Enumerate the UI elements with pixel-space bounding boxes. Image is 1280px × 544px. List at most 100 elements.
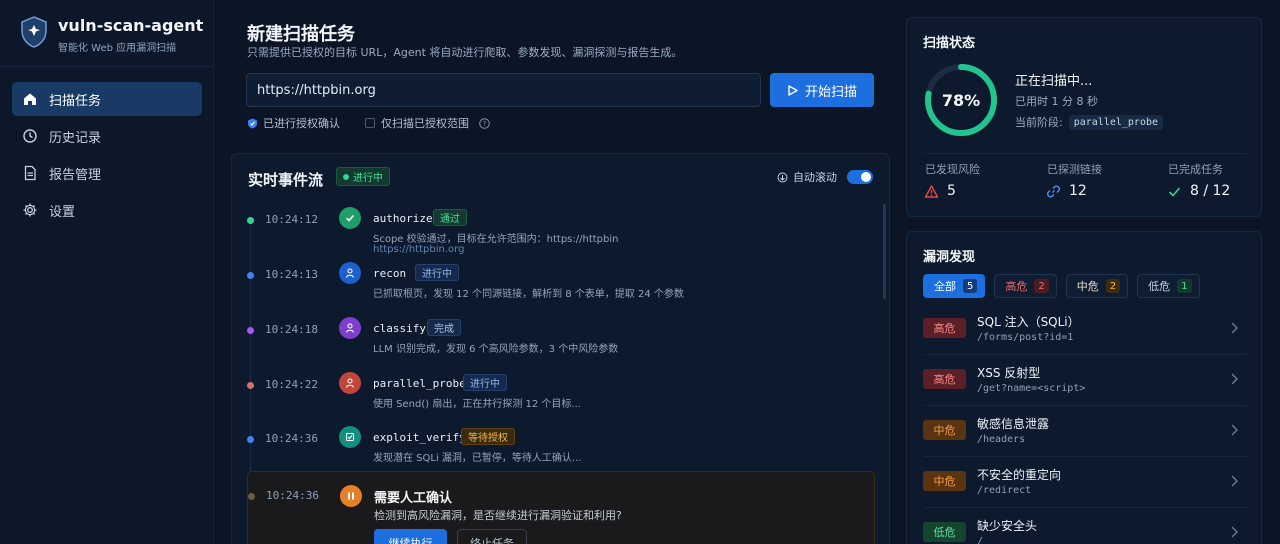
sidebar-item-history[interactable]: 历史记录	[12, 119, 202, 153]
filter-all[interactable]: 全部 5	[923, 274, 986, 298]
sidebar-item-label: 历史记录	[49, 130, 102, 146]
stop-task-button[interactable]: 终止任务	[457, 529, 527, 544]
chevron-right-icon	[1231, 322, 1238, 334]
stat-value: 12	[1069, 183, 1087, 199]
status-badge: 进行中	[336, 167, 390, 186]
event-item: 10:24:22 parallel_probe 进行中 使用 Send() 扇出…	[232, 372, 872, 424]
help-icon[interactable]: ?	[479, 117, 490, 129]
vulnerability-item[interactable]: 高危 SQL 注入（SQLi） /forms/post?id=1	[923, 305, 1247, 355]
filter-medium[interactable]: 中危 2	[1065, 274, 1129, 298]
stat-label: 已发现风险	[925, 163, 980, 176]
sidebar-item-scan-tasks[interactable]: 扫描任务	[12, 82, 202, 116]
filter-low[interactable]: 低危 1	[1137, 274, 1200, 298]
vulnerability-path: /forms/post?id=1	[977, 332, 1074, 343]
vulnerability-item[interactable]: 高危 XSS 反射型 /get?name=<script>	[923, 356, 1247, 406]
scan-elapsed: 已用时 1 分 8 秒	[1015, 95, 1098, 108]
event-item: 10:24:18 classify 完成 LLM 识别完成，发现 6 个高风险参…	[232, 317, 872, 369]
check-circle-icon	[339, 207, 361, 229]
timeline-dot	[247, 436, 254, 443]
shield-logo-icon	[21, 16, 47, 48]
event-name: parallel_probe	[373, 377, 466, 390]
vulnerability-item[interactable]: 低危 缺少安全头 /	[923, 509, 1247, 544]
event-time: 10:24:36	[265, 432, 318, 445]
user-icon	[339, 262, 361, 284]
autoscroll-toggle[interactable]	[847, 170, 873, 184]
filter-count: 2	[1105, 279, 1121, 293]
scan-options: 已进行授权确认 仅扫描已授权范围 ?	[247, 115, 490, 131]
divider	[923, 153, 1247, 154]
scan-phase-label: 当前阶段:	[1015, 116, 1063, 129]
filter-count: 1	[1177, 279, 1192, 293]
event-stream-panel: 实时事件流 进行中 自动滚动 10:24:12 authorize 通过 Sco…	[231, 153, 890, 544]
vulnerability-path: /get?name=<script>	[977, 383, 1086, 394]
scrollbar[interactable]	[883, 204, 886, 299]
vulnerability-path: /redirect	[977, 485, 1032, 496]
continue-button[interactable]: 继续执行	[374, 529, 447, 544]
vulnerability-path: /	[977, 536, 984, 544]
timeline-dot	[247, 272, 254, 279]
filter-label: 低危	[1148, 280, 1171, 293]
stat-value: 8 / 12	[1190, 183, 1231, 199]
scan-phase-value: parallel_probe	[1068, 114, 1164, 130]
event-description: 已抓取根页，发现 12 个同源链接，解析到 8 个表单，提取 24 个参数	[373, 289, 684, 300]
filter-count: 2	[1034, 279, 1049, 293]
user-icon	[339, 372, 361, 394]
chevron-right-icon	[1231, 424, 1238, 436]
vulnerability-item[interactable]: 中危 不安全的重定向 /redirect	[923, 458, 1247, 508]
authorized-option-label: 已进行授权确认	[263, 117, 340, 130]
filter-label: 高危	[1005, 280, 1028, 293]
page-title: 新建扫描任务	[247, 24, 355, 45]
gear-icon	[23, 203, 37, 217]
severity-badge: 高危	[923, 318, 966, 338]
start-scan-label: 开始扫描	[804, 84, 857, 100]
status-dot	[343, 173, 349, 180]
stat-links: 已探测链接 12	[1047, 161, 1102, 199]
start-scan-button[interactable]: 开始扫描	[770, 73, 874, 107]
filter-count: 5	[963, 279, 978, 293]
event-badge: 进行中	[415, 264, 459, 281]
authorized-option[interactable]: 已进行授权确认	[247, 115, 340, 131]
sidebar-item-settings[interactable]: 设置	[12, 193, 202, 227]
verify-icon	[339, 426, 361, 448]
vulnerability-path: /headers	[977, 434, 1026, 445]
scope-only-option[interactable]: 仅扫描已授权范围	[365, 115, 469, 131]
scan-state: 正在扫描中...	[1015, 74, 1093, 89]
event-description: 使用 Send() 扇出，正在并行探测 12 个目标...	[373, 399, 581, 410]
event-badge: 等待授权	[461, 428, 515, 445]
event-name: authorize	[373, 212, 433, 225]
event-description: 发现潜在 SQLi 漏洞，已暂停，等待人工确认...	[373, 453, 582, 464]
event-badge: 通过	[433, 209, 467, 226]
brand: vuln-scan-agent 智能化 Web 应用漏洞扫描	[20, 16, 203, 54]
scope-only-checkbox[interactable]	[365, 118, 375, 128]
filter-high[interactable]: 高危 2	[994, 274, 1057, 298]
sidebar-nav: 扫描任务 历史记录 报告管理 设置	[12, 82, 202, 230]
play-icon	[788, 84, 798, 96]
event-badge: 进行中	[463, 374, 507, 391]
autoscroll-icon	[777, 172, 788, 182]
filter-label: 全部	[934, 280, 956, 293]
timeline-dot	[247, 382, 254, 389]
scan-status-title: 扫描状态	[923, 36, 976, 51]
stat-label: 已探测链接	[1047, 163, 1102, 176]
shield-check-icon	[248, 118, 257, 128]
vulnerability-name: 缺少安全头	[977, 519, 1038, 533]
stat-value: 5	[947, 183, 956, 199]
sidebar-item-reports[interactable]: 报告管理	[12, 156, 202, 190]
event-time: 10:24:12	[265, 213, 318, 226]
event-name: exploit_verify	[373, 431, 466, 444]
stat-label: 已完成任务	[1168, 163, 1223, 176]
severity-badge: 中危	[923, 420, 966, 440]
scan-status-panel: 扫描状态 78% 正在扫描中... 已用时 1 分 8 秒 当前阶段: para…	[906, 17, 1262, 217]
svg-text:?: ?	[483, 120, 487, 128]
vulnerability-item[interactable]: 中危 敏感信息泄露 /headers	[923, 407, 1247, 457]
chevron-right-icon	[1231, 475, 1238, 487]
progress-percent: 78%	[941, 90, 981, 110]
event-badge: 完成	[427, 319, 461, 336]
scan-phase: 当前阶段: parallel_probe	[1015, 114, 1164, 130]
chevron-right-icon	[1231, 373, 1238, 385]
vulnerability-title: 漏洞发现	[923, 250, 976, 265]
sidebar-item-label: 设置	[49, 204, 76, 220]
home-icon	[24, 93, 36, 105]
url-input[interactable]	[246, 73, 761, 107]
event-name: classify	[373, 322, 426, 335]
